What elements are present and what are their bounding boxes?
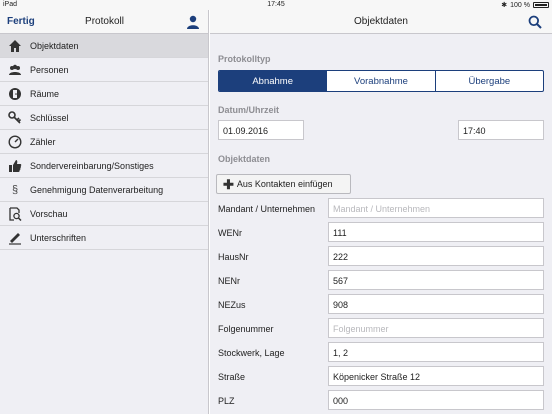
status-bar: iPad 17:45 ✱ 100 %: [0, 0, 552, 10]
menu-item-schluessel[interactable]: Schlüssel: [0, 106, 208, 130]
detail-title: Objektdaten: [354, 16, 408, 27]
datetime-label: Datum/Uhrzeit: [218, 105, 280, 115]
nezus-field[interactable]: 908: [328, 294, 544, 314]
master-pane: Fertig Protokoll Objektdaten Personen Rä…: [0, 10, 209, 414]
clock: 17:45: [267, 1, 285, 8]
field-label: Folgenummer: [218, 324, 274, 334]
menu-label: Vorschau: [30, 208, 68, 219]
menu-label: Schlüssel: [30, 112, 69, 123]
menu-label: Räume: [30, 88, 60, 99]
field-label: NENr: [218, 276, 240, 286]
menu-item-unterschriften[interactable]: Unterschriften: [0, 226, 208, 250]
menu-label: Objektdaten: [30, 40, 79, 51]
people-icon: [7, 63, 23, 77]
menu-label: Unterschriften: [30, 232, 87, 243]
stockwerk-field[interactable]: 1, 2: [328, 342, 544, 362]
wenr-field[interactable]: 111: [328, 222, 544, 242]
key-icon: [7, 110, 23, 125]
room-icon: [7, 87, 23, 101]
pen-icon: [7, 231, 23, 245]
menu-label: Genehmigung Datenverarbeitung: [30, 184, 164, 195]
plz-field[interactable]: 000: [328, 390, 544, 410]
master-navbar: Fertig Protokoll: [0, 10, 208, 34]
time-field[interactable]: 17:40: [458, 120, 544, 140]
detail-navbar: Objektdaten: [210, 10, 552, 34]
field-label: NEZus: [218, 300, 246, 310]
battery-percent: 100 %: [510, 1, 530, 9]
hausnr-field[interactable]: 222: [328, 246, 544, 266]
home-icon: [7, 39, 23, 53]
objektdaten-section-label: Objektdaten: [218, 154, 271, 164]
menu-label: Zähler: [30, 136, 56, 147]
segment-vorabnahme[interactable]: Vorabnahme: [326, 71, 434, 91]
menu-list: Objektdaten Personen Räume Schlüssel Zäh…: [0, 34, 208, 250]
preview-icon: [7, 206, 23, 221]
menu-label: Sondervereinbarung/Sonstiges: [30, 160, 154, 171]
protokolltyp-segmented-control: Abnahme Vorabnahme Übergabe: [218, 70, 544, 92]
field-label: HausNr: [218, 252, 249, 262]
bluetooth-icon: ✱: [501, 2, 508, 9]
add-from-contacts-button[interactable]: ✚ Aus Kontakten einfügen: [216, 174, 351, 194]
protokolltyp-label: Protokolltyp: [218, 54, 271, 64]
detail-pane: Objektdaten Protokolltyp Abnahme Vorabna…: [210, 10, 552, 414]
battery-icon: [533, 2, 549, 8]
menu-item-sondervereinbarung[interactable]: Sondervereinbarung/Sonstiges: [0, 154, 208, 178]
segment-abnahme[interactable]: Abnahme: [219, 71, 327, 91]
mandant-field[interactable]: Mandant / Unternehmen: [328, 198, 544, 218]
field-label: Mandant / Unternehmen: [218, 204, 316, 214]
field-label: Stockwerk, Lage: [218, 348, 285, 358]
thumbs-up-icon: [7, 159, 23, 173]
nenr-field[interactable]: 567: [328, 270, 544, 290]
field-label: WENr: [218, 228, 242, 238]
menu-item-vorschau[interactable]: Vorschau: [0, 202, 208, 226]
menu-item-raeume[interactable]: Räume: [0, 82, 208, 106]
date-field[interactable]: 01.09.2016: [218, 120, 304, 140]
meter-icon: [7, 134, 23, 149]
master-title: Protokoll: [85, 16, 124, 27]
menu-label: Personen: [30, 64, 69, 75]
field-label: Straße: [218, 372, 246, 382]
add-from-contacts-label: Aus Kontakten einfügen: [236, 179, 333, 189]
menu-item-zaehler[interactable]: Zähler: [0, 130, 208, 154]
user-icon[interactable]: [186, 15, 200, 29]
search-icon[interactable]: [528, 15, 542, 29]
field-label: PLZ: [218, 396, 235, 406]
menu-item-genehmigung[interactable]: § Genehmigung Datenverarbeitung: [0, 178, 208, 202]
menu-item-personen[interactable]: Personen: [0, 58, 208, 82]
folgenummer-field[interactable]: Folgenummer: [328, 318, 544, 338]
segment-uebergabe[interactable]: Übergabe: [434, 71, 543, 91]
paragraph-icon: §: [11, 183, 19, 196]
menu-item-objektdaten[interactable]: Objektdaten: [0, 34, 208, 58]
strasse-field[interactable]: Köpenicker Straße 12: [328, 366, 544, 386]
status-right: ✱ 100 %: [501, 1, 549, 9]
plus-icon: ✚: [223, 176, 234, 192]
